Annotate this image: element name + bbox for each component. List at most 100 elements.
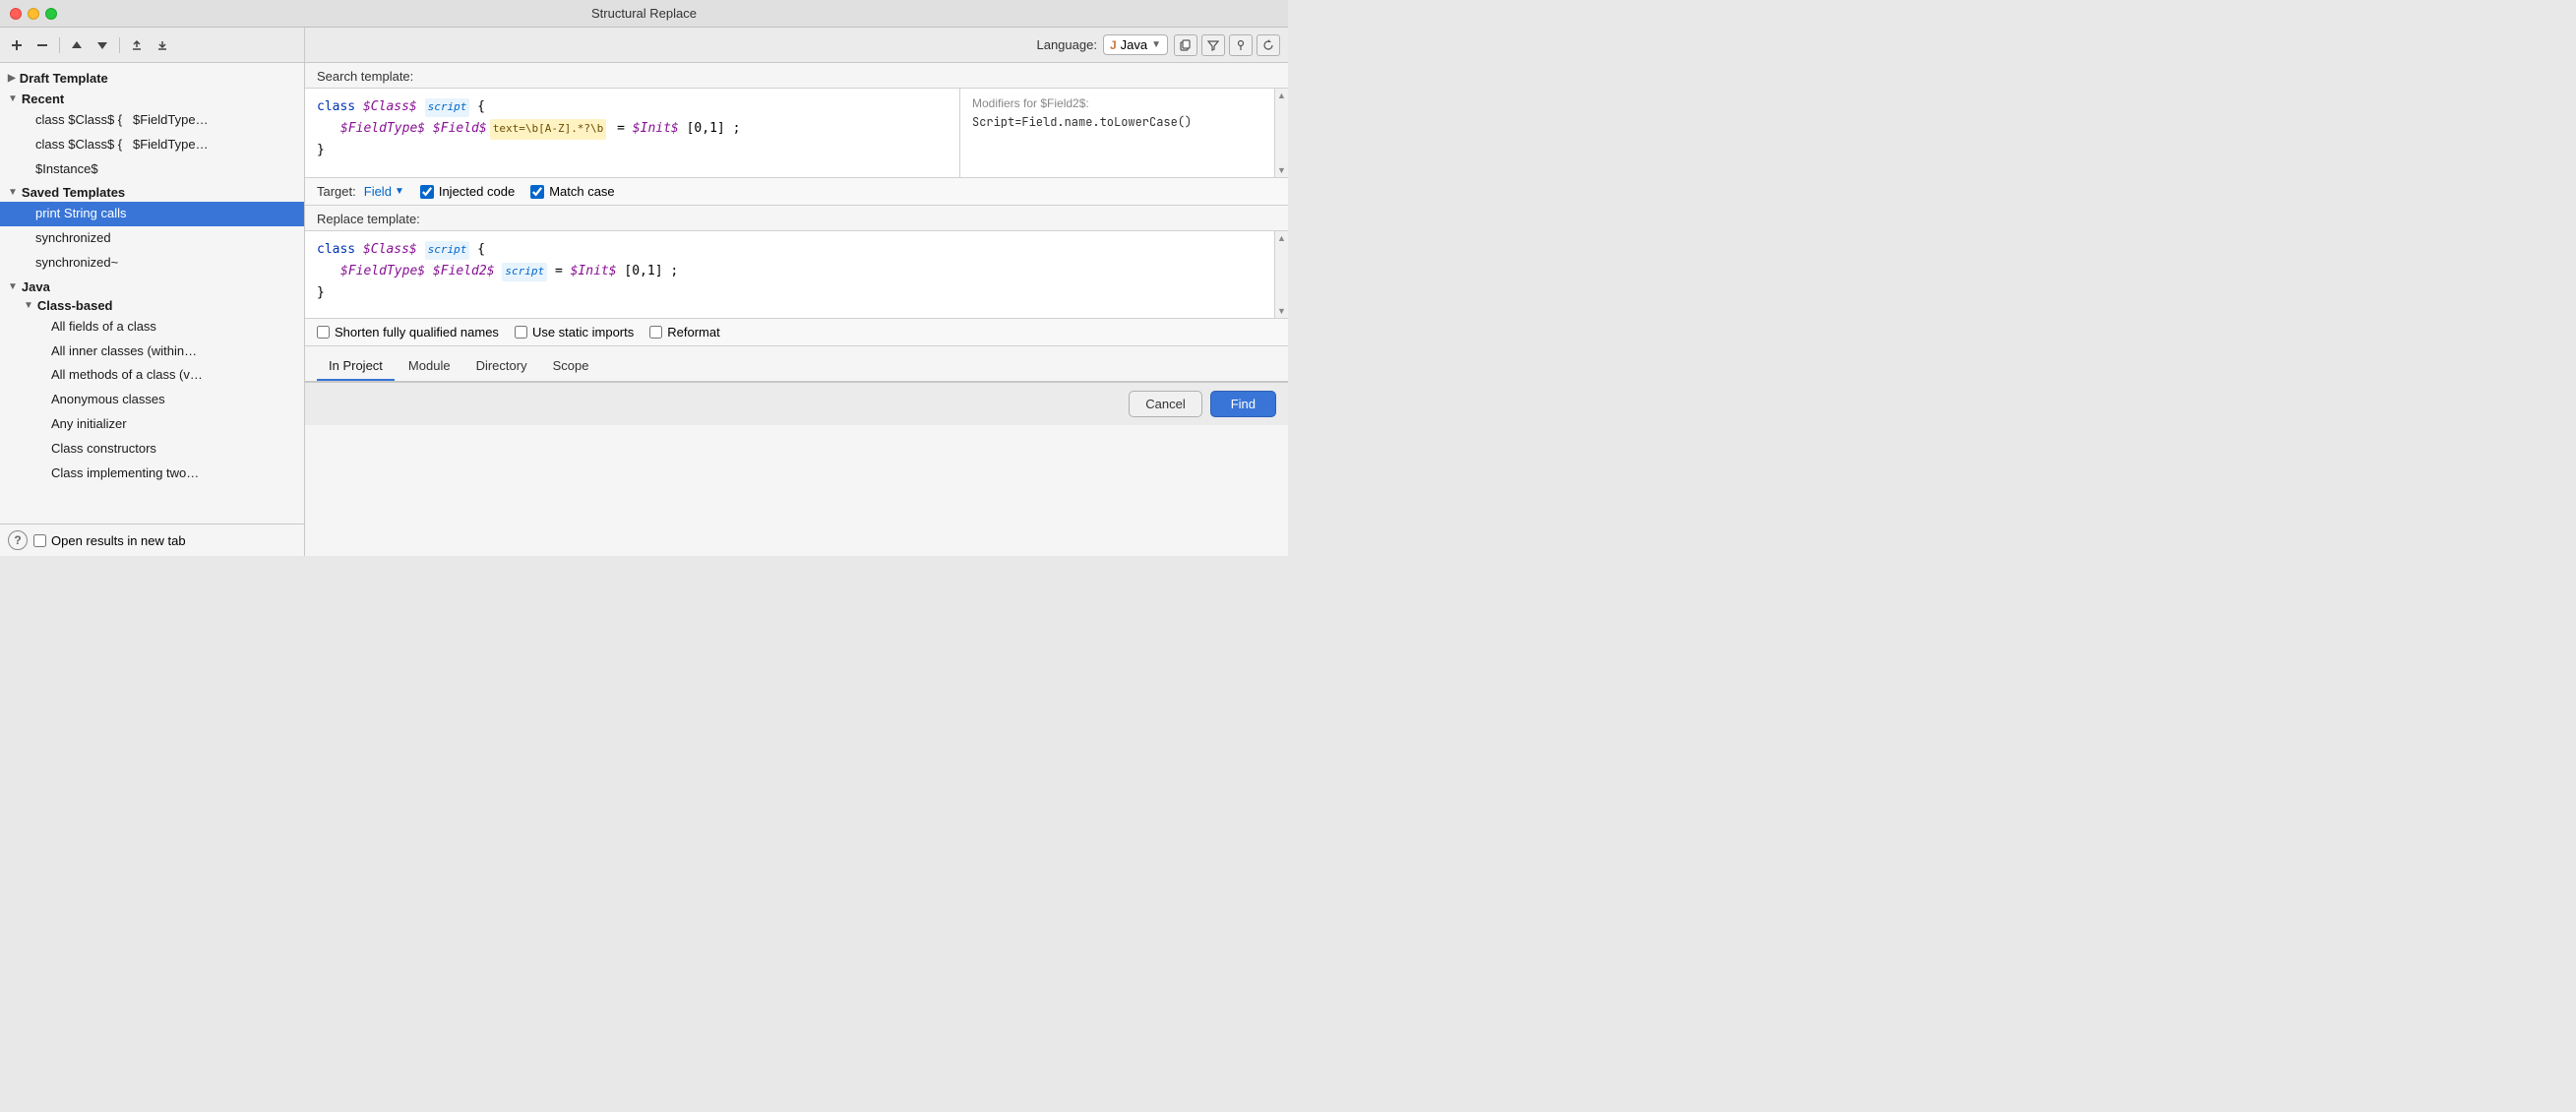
replace-keyword-class: class: [317, 239, 355, 261]
language-value: Java: [1121, 37, 1147, 52]
list-item[interactable]: class $Class$ { $FieldType…: [0, 133, 304, 157]
static-imports-checkbox[interactable]: [515, 326, 527, 339]
keyword-class: class: [317, 96, 355, 118]
match-case-checkbox[interactable]: [530, 185, 544, 199]
java-group[interactable]: ▼ Java: [0, 276, 304, 296]
draft-template-label[interactable]: ▶ Draft Template: [0, 67, 304, 88]
reformat-checkbox[interactable]: [649, 326, 662, 339]
tab-module[interactable]: Module: [397, 352, 462, 381]
list-item[interactable]: All methods of a class (v…: [0, 363, 304, 388]
replace-options-bar: Shorten fully qualified names Use static…: [305, 319, 1288, 346]
list-item[interactable]: All fields of a class: [0, 315, 304, 340]
draft-template-text: Draft Template: [20, 71, 108, 86]
var-init: $Init$: [633, 118, 679, 140]
right-panel: Language: J Java ▼: [305, 28, 1288, 556]
list-item[interactable]: synchronized~: [0, 251, 304, 276]
target-dropdown[interactable]: Field ▼: [364, 184, 404, 199]
refresh-button[interactable]: [1257, 34, 1280, 56]
replace-scroll-down[interactable]: ▼: [1275, 304, 1288, 318]
search-template-editor[interactable]: class $Class$ script { $FieldType$ $Fiel…: [305, 89, 959, 177]
class-based-group[interactable]: ▼ Class-based: [0, 296, 304, 315]
injected-code-checkbox[interactable]: [420, 185, 434, 199]
replace-scrollbar-track[interactable]: [1275, 245, 1288, 304]
code-line-3: }: [317, 140, 948, 161]
tab-in-project[interactable]: In Project: [317, 352, 395, 381]
cancel-button[interactable]: Cancel: [1129, 391, 1201, 417]
add-template-button[interactable]: [6, 34, 28, 56]
list-item[interactable]: All inner classes (within…: [0, 340, 304, 364]
find-button[interactable]: Find: [1210, 391, 1276, 417]
main-content: ▶ Draft Template ▼ Recent class $Class$ …: [0, 28, 1288, 556]
list-item[interactable]: Class constructors: [0, 437, 304, 462]
right-header: Language: J Java ▼: [305, 28, 1288, 63]
traffic-lights: [10, 8, 57, 20]
language-selector[interactable]: J Java ▼: [1103, 34, 1168, 55]
scroll-up-arrow[interactable]: ▲: [1275, 89, 1288, 102]
reformat-option[interactable]: Reformat: [649, 325, 719, 340]
replace-scroll-up[interactable]: ▲: [1275, 231, 1288, 245]
action-bar: Cancel Find: [305, 382, 1288, 425]
equals: =: [617, 118, 625, 140]
list-item[interactable]: Anonymous classes: [0, 388, 304, 412]
tab-scope[interactable]: Scope: [541, 352, 601, 381]
list-item[interactable]: Any initializer: [0, 412, 304, 437]
shorten-names-label: Shorten fully qualified names: [335, 325, 499, 340]
copy-button[interactable]: [1174, 34, 1197, 56]
search-scrollbar[interactable]: ▲ ▼: [1274, 89, 1288, 177]
target-row: Target: Field ▼: [317, 184, 404, 199]
import-button[interactable]: [152, 34, 173, 56]
replace-scrollbar[interactable]: ▲ ▼: [1274, 231, 1288, 318]
pin-button[interactable]: [1229, 34, 1253, 56]
open-results-label: Open results in new tab: [51, 533, 186, 548]
replace-template-editor[interactable]: class $Class$ script { $FieldType$ $Fiel…: [305, 231, 1274, 318]
scrollbar-track[interactable]: [1275, 102, 1288, 163]
header-action-buttons: [1174, 34, 1280, 56]
close-button[interactable]: [10, 8, 22, 20]
list-item[interactable]: $Instance$: [0, 157, 304, 182]
semicolon: ;: [733, 118, 741, 140]
scope-bar: In Project Module Directory Scope: [305, 346, 1288, 382]
shorten-names-checkbox[interactable]: [317, 326, 330, 339]
tab-directory[interactable]: Directory: [464, 352, 539, 381]
shorten-names-option[interactable]: Shorten fully qualified names: [317, 325, 499, 340]
move-up-button[interactable]: [66, 34, 88, 56]
static-imports-option[interactable]: Use static imports: [515, 325, 634, 340]
code-line-2: $FieldType$ $Field$ text=\b[A-Z].*?\b = …: [317, 118, 948, 140]
java-icon: J: [1110, 38, 1117, 52]
brace-close: }: [317, 140, 325, 161]
list-item[interactable]: class $Class$ { $FieldType…: [0, 108, 304, 133]
export-button[interactable]: [126, 34, 148, 56]
java-label: Java: [22, 279, 50, 294]
list-item[interactable]: print String calls: [0, 202, 304, 226]
replace-range: [0,1]: [624, 261, 662, 282]
filter-button[interactable]: [1201, 34, 1225, 56]
replace-brace-open: {: [477, 239, 485, 261]
injected-code-option[interactable]: Injected code: [420, 184, 515, 199]
sidebar-bottom: ? Open results in new tab: [0, 524, 304, 556]
replace-semicolon: ;: [670, 261, 678, 282]
saved-templates-group[interactable]: ▼ Saved Templates: [0, 181, 304, 202]
separator-1: [59, 37, 60, 53]
minimize-button[interactable]: [28, 8, 39, 20]
class-based-label: Class-based: [37, 298, 113, 313]
recent-group[interactable]: ▼ Recent: [0, 88, 304, 108]
brace-open: {: [477, 96, 485, 118]
open-results-checkbox[interactable]: [33, 534, 46, 547]
list-item[interactable]: Class implementing two…: [0, 462, 304, 486]
maximize-button[interactable]: [45, 8, 57, 20]
sidebar-tree: ▶ Draft Template ▼ Recent class $Class$ …: [0, 63, 304, 524]
reformat-label: Reformat: [667, 325, 719, 340]
target-label: Target:: [317, 184, 356, 199]
modifiers-title: Modifiers for $Field2$:: [972, 96, 1262, 110]
sidebar: ▶ Draft Template ▼ Recent class $Class$ …: [0, 28, 305, 556]
remove-template-button[interactable]: [31, 34, 53, 56]
saved-chevron: ▼: [8, 187, 18, 198]
help-button[interactable]: ?: [8, 530, 28, 550]
replace-var-field2: $Field2$: [433, 261, 495, 282]
open-results-checkbox-row[interactable]: Open results in new tab: [33, 533, 186, 548]
list-item[interactable]: synchronized: [0, 226, 304, 251]
sidebar-toolbar: [0, 28, 304, 63]
move-down-button[interactable]: [92, 34, 113, 56]
match-case-option[interactable]: Match case: [530, 184, 614, 199]
scroll-down-arrow[interactable]: ▼: [1275, 163, 1288, 177]
